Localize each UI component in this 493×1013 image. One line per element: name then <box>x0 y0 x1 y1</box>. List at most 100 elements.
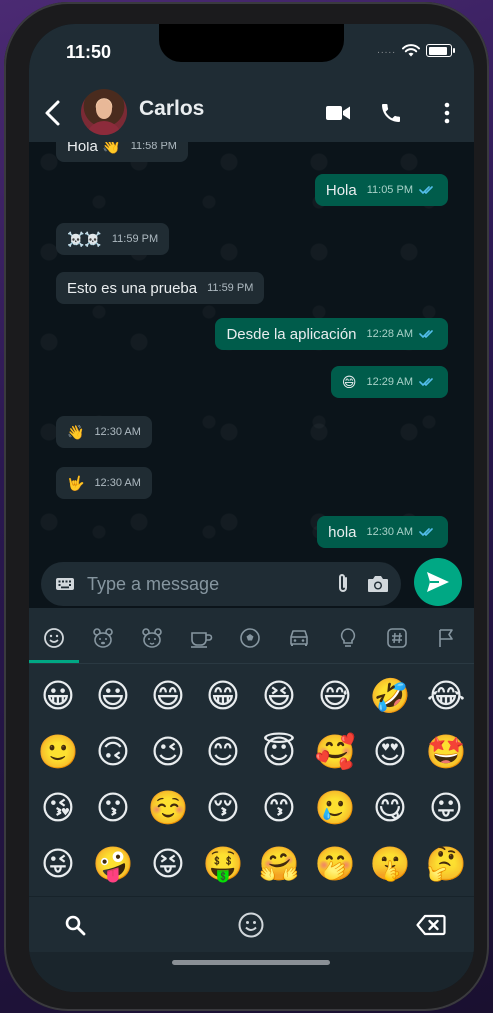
message-bubble-incoming[interactable]: 👋 12:30 AM <box>56 416 152 448</box>
tab-nature[interactable] <box>132 616 172 660</box>
status-bar: 11:50 ..... <box>29 24 474 84</box>
hashtag-icon <box>387 628 407 648</box>
emoji-key[interactable]: 🤩 <box>421 726 471 776</box>
message-input-placeholder[interactable]: Type a message <box>87 562 219 606</box>
home-indicator[interactable] <box>172 960 330 965</box>
emoji-tab-button[interactable] <box>235 909 267 941</box>
message-bubble-incoming[interactable]: 🤟 12:30 AM <box>56 467 152 499</box>
video-call-button[interactable] <box>323 98 353 128</box>
message-bubble-outgoing[interactable]: Desde la aplicación 12:28 AM <box>215 318 448 350</box>
message-text: Hola 👋 <box>67 142 121 155</box>
emoji-key[interactable]: 😅 <box>310 670 360 720</box>
emoji-key[interactable]: 😀 <box>33 670 83 720</box>
emoji-key[interactable]: 🤪 <box>88 838 138 888</box>
message-input[interactable]: Type a message <box>41 562 401 606</box>
emoji-key[interactable]: 🥰 <box>310 726 360 776</box>
bear-icon <box>93 628 113 648</box>
message-composer: Type a message <box>29 558 474 608</box>
message-time: 12:30 AM <box>94 477 141 489</box>
emoji-key[interactable]: 🤗 <box>254 838 304 888</box>
emoji-key[interactable]: 🤫 <box>365 838 415 888</box>
tab-symbols[interactable] <box>377 616 417 660</box>
search-icon <box>65 915 86 936</box>
emoji-key[interactable]: 😚 <box>198 782 248 832</box>
emoji-key[interactable]: 🥲 <box>310 782 360 832</box>
tab-flags[interactable] <box>426 616 466 660</box>
flag-icon <box>439 629 453 647</box>
emoji-key[interactable]: 🤭 <box>310 838 360 888</box>
message-time: 11:58 PM <box>130 142 177 152</box>
emoji-search-button[interactable] <box>59 909 91 941</box>
emoji-key[interactable]: 😋 <box>365 782 415 832</box>
emoji-key[interactable]: 😂 <box>421 670 471 720</box>
backspace-button[interactable] <box>414 909 448 941</box>
emoji-key[interactable]: 😙 <box>254 782 304 832</box>
soccer-ball-icon <box>240 628 260 648</box>
message-text: Desde la aplicación <box>226 325 357 343</box>
lightbulb-icon <box>340 628 356 647</box>
tab-objects[interactable] <box>328 616 368 660</box>
video-camera-icon <box>326 106 350 120</box>
message-emoji: 👋 <box>67 423 85 440</box>
message-time: 12:30 AM <box>94 426 141 438</box>
emoji-key[interactable]: 😄 <box>143 670 193 720</box>
chat-header: Carlos <box>29 84 474 142</box>
emoji-key[interactable]: ☺️ <box>143 782 193 832</box>
signal-dots-icon: ..... <box>377 45 396 56</box>
read-ticks-icon <box>419 186 433 195</box>
emoji-key[interactable]: 🙃 <box>88 726 138 776</box>
message-time: 11:59 PM <box>111 233 159 245</box>
camera-icon[interactable] <box>366 573 390 595</box>
more-options-button[interactable] <box>432 98 462 128</box>
message-time: 11:05 PM <box>366 184 413 196</box>
message-bubble-incoming[interactable]: ☠️☠️ 11:59 PM <box>56 223 170 255</box>
tab-animals[interactable] <box>83 616 123 660</box>
emoji-key[interactable]: 🙂 <box>33 726 83 776</box>
paperclip-icon[interactable] <box>333 572 353 596</box>
emoji-key[interactable]: 🤑 <box>198 838 248 888</box>
message-bubble-outgoing[interactable]: 😄 12:29 AM <box>330 366 448 398</box>
contact-name[interactable]: Carlos <box>139 97 204 121</box>
bear-face-icon <box>142 628 162 648</box>
keyboard-icon[interactable] <box>55 576 75 592</box>
status-icons: ..... <box>377 44 455 57</box>
message-emoji: ☠️☠️ <box>67 230 102 247</box>
emoji-key[interactable]: 😗 <box>88 782 138 832</box>
emoji-key[interactable]: 😊 <box>198 726 248 776</box>
emoji-key[interactable]: 😘 <box>33 782 83 832</box>
message-bubble-outgoing[interactable]: Hola 11:05 PM <box>314 174 448 206</box>
tab-activity[interactable] <box>230 616 270 660</box>
message-bubble-outgoing[interactable]: hola 12:30 AM <box>317 516 448 548</box>
message-bubble-incoming[interactable]: Esto es una prueba 11:59 PM <box>56 272 265 304</box>
emoji-key[interactable]: 🤣 <box>365 670 415 720</box>
message-time: 11:59 PM <box>207 282 254 294</box>
tab-smileys[interactable] <box>34 616 74 660</box>
smiley-icon <box>44 628 64 648</box>
message-time: 12:28 AM <box>366 328 413 340</box>
emoji-key[interactable]: 😆 <box>254 670 304 720</box>
voice-call-button[interactable] <box>376 98 406 128</box>
back-arrow-icon[interactable] <box>39 96 69 130</box>
read-ticks-icon <box>419 330 433 339</box>
emoji-key[interactable]: 😝 <box>143 838 193 888</box>
chat-messages[interactable]: Hola 👋 11:58 PM Hola 11:05 PM ☠️☠️ 11:59… <box>29 142 474 562</box>
tab-travel[interactable] <box>279 616 319 660</box>
message-time: 12:29 AM <box>366 376 413 388</box>
send-button[interactable] <box>414 558 462 606</box>
emoji-key[interactable]: 😜 <box>33 838 83 888</box>
message-bubble-incoming[interactable]: Hola 👋 11:58 PM <box>56 142 188 162</box>
home-indicator-area <box>29 952 474 992</box>
divider <box>29 663 474 664</box>
emoji-key[interactable]: 😃 <box>88 670 138 720</box>
emoji-key[interactable]: 😉 <box>143 726 193 776</box>
emoji-key[interactable]: 😛 <box>421 782 471 832</box>
emoji-key[interactable]: 😇 <box>254 726 304 776</box>
car-icon <box>290 630 308 646</box>
avatar[interactable] <box>81 89 127 135</box>
emoji-key[interactable]: 😍 <box>365 726 415 776</box>
emoji-key[interactable]: 🤔 <box>421 838 471 888</box>
read-ticks-icon <box>419 528 433 537</box>
more-vertical-icon <box>444 102 450 124</box>
emoji-key[interactable]: 😁 <box>198 670 248 720</box>
tab-food[interactable] <box>181 616 221 660</box>
